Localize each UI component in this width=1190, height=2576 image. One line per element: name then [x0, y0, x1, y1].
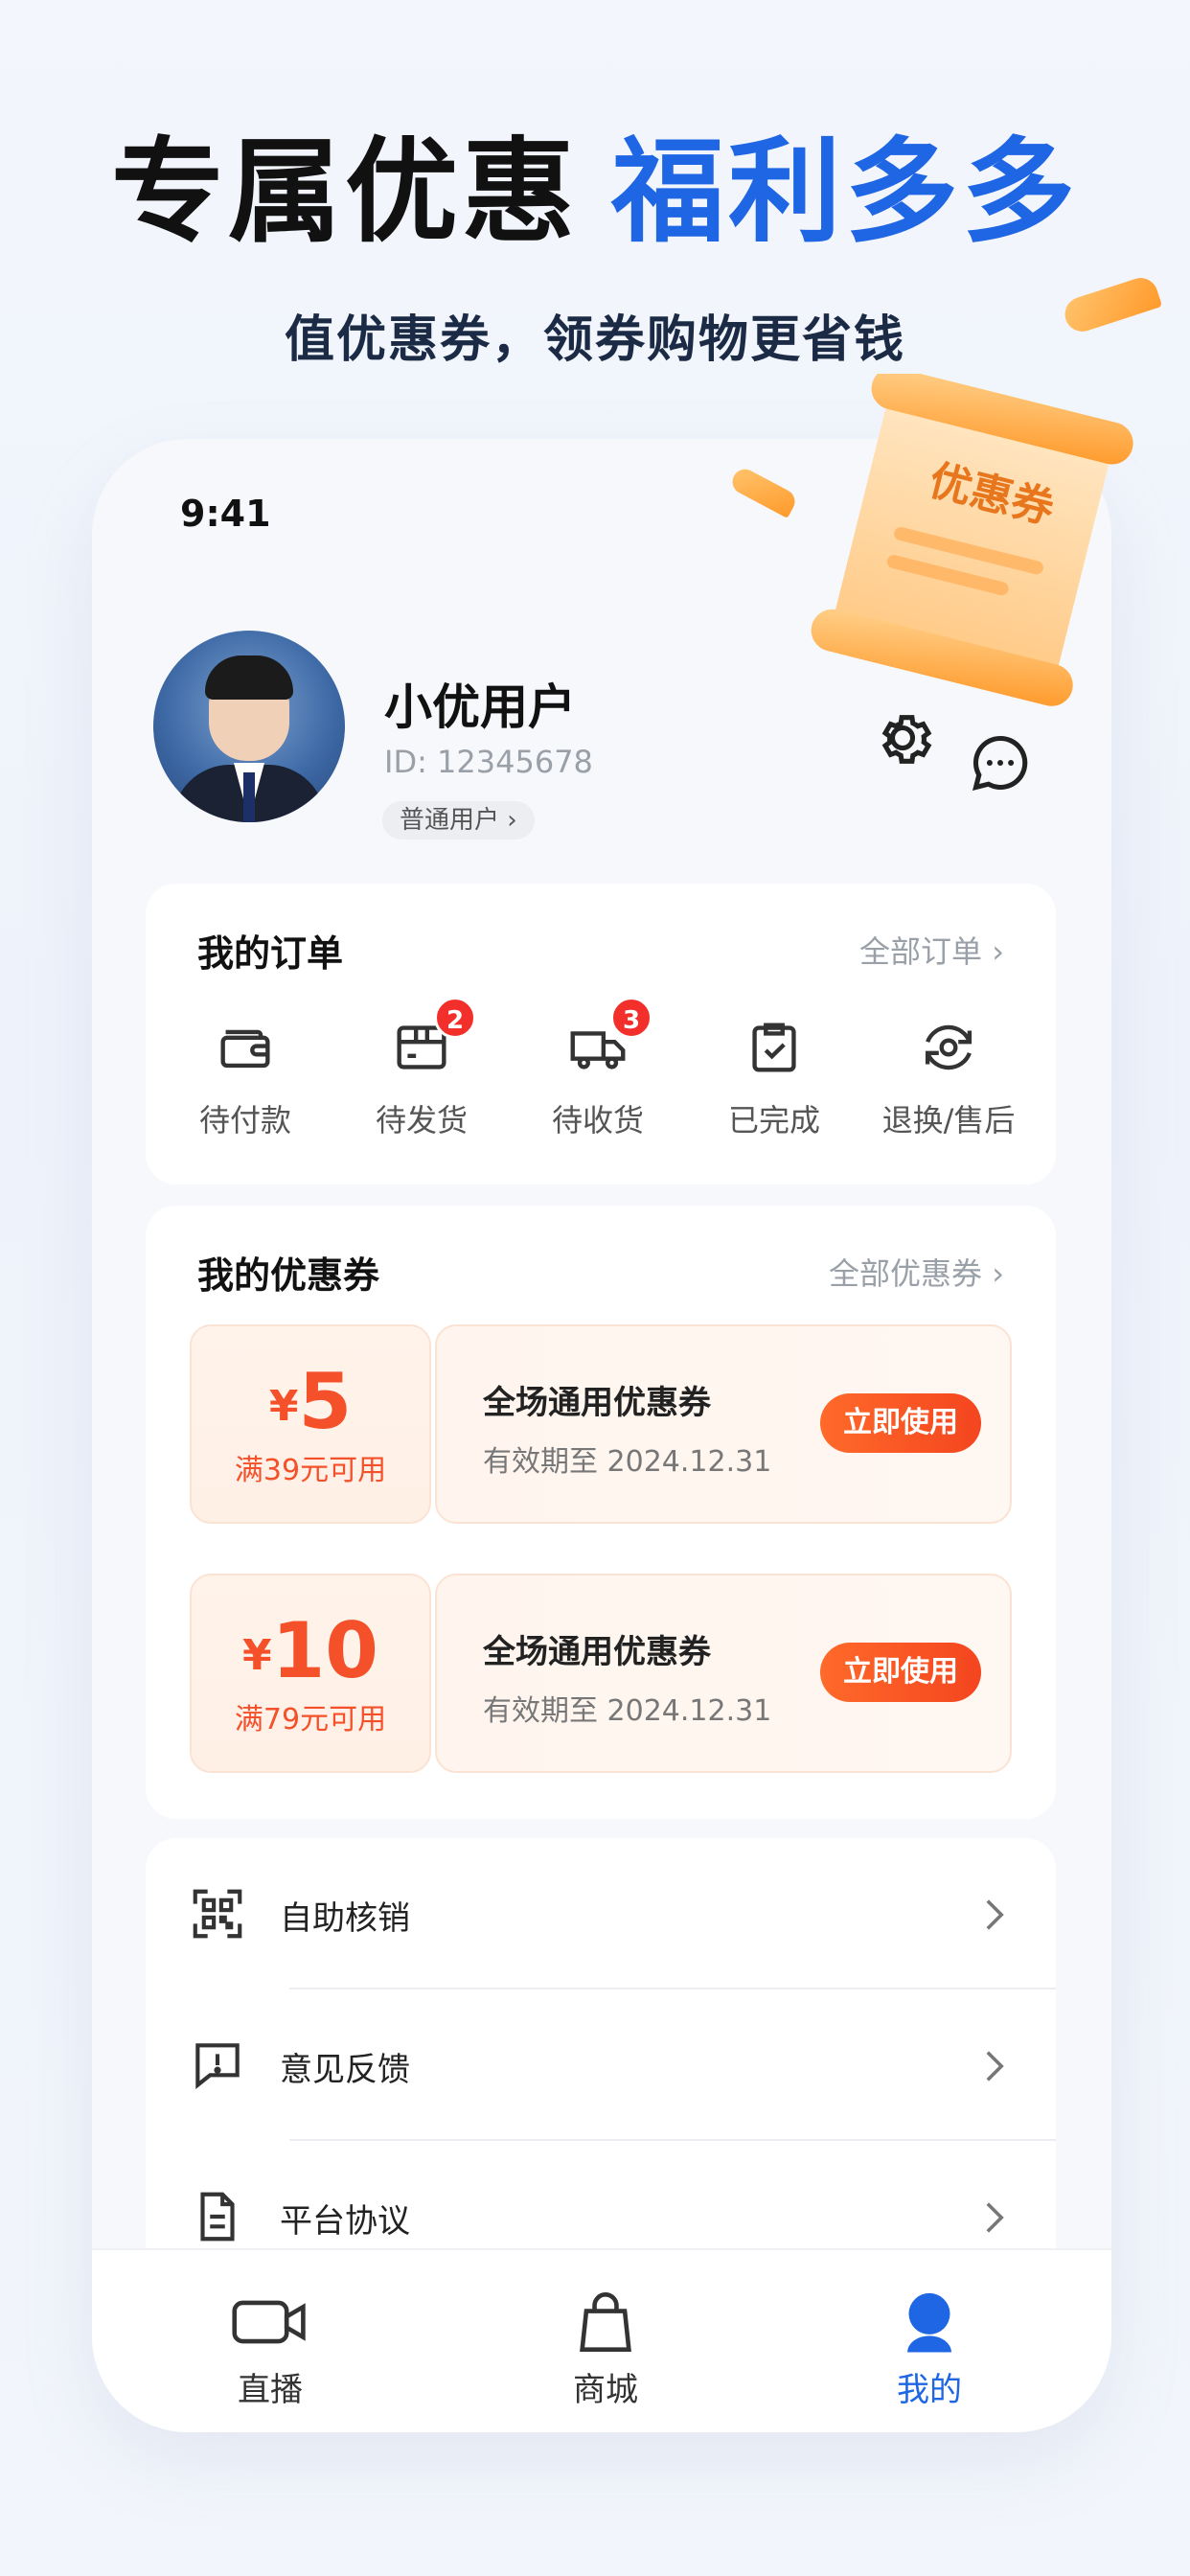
- coupons-card: 我的优惠券 全部优惠券 › ¥5 满39元可用 全场通用优惠券 有效期至 202…: [146, 1206, 1056, 1819]
- menu-label: 自助核销: [280, 1899, 410, 1938]
- document-icon: [188, 2187, 247, 2246]
- use-coupon-button[interactable]: 立即使用: [820, 1643, 981, 1702]
- promo-title-part2: 福利多多: [611, 126, 1080, 258]
- coupon-info-panel: 全场通用优惠券 有效期至 2024.12.31 立即使用: [435, 1574, 1012, 1773]
- status-time: 9:41: [180, 493, 271, 535]
- video-camera-icon: [229, 2288, 311, 2356]
- coupon-condition: 满79元可用: [234, 1703, 387, 1736]
- menu-label: 平台协议: [280, 2202, 410, 2241]
- menu-item-feedback[interactable]: 意见反馈: [146, 1990, 1056, 2141]
- order-label: 待收货: [551, 1102, 644, 1138]
- tab-live[interactable]: 直播: [174, 2288, 366, 2410]
- promo-title: 专属优惠 福利多多: [0, 125, 1190, 259]
- coupon-currency: ¥: [242, 1631, 272, 1680]
- order-pending-receipt[interactable]: 3 待收货: [512, 997, 684, 1140]
- delivery-truck-icon: 3: [564, 997, 652, 1081]
- tab-label: 商城: [573, 2371, 638, 2409]
- tab-label: 直播: [238, 2371, 303, 2409]
- clipboard-check-icon: [741, 1014, 808, 1081]
- coupon-card: ¥10 满79元可用 全场通用优惠券 有效期至 2024.12.31 立即使用: [190, 1574, 1012, 1773]
- order-label: 待发货: [375, 1102, 468, 1138]
- tab-label: 我的: [897, 2371, 962, 2409]
- tab-mine[interactable]: 我的: [834, 2288, 1025, 2410]
- coupon-value: 5: [298, 1357, 353, 1446]
- order-label: 已完成: [727, 1102, 820, 1138]
- return-exchange-icon: [915, 1014, 982, 1081]
- package-box-icon: 2: [388, 997, 476, 1081]
- coupon-card: ¥5 满39元可用 全场通用优惠券 有效期至 2024.12.31 立即使用: [190, 1324, 1012, 1524]
- chevron-right-icon: [981, 2200, 1008, 2235]
- wallet-icon: [212, 1014, 279, 1081]
- coupon-info-panel: 全场通用优惠券 有效期至 2024.12.31 立即使用: [435, 1324, 1012, 1524]
- avatar[interactable]: [153, 631, 345, 822]
- order-label: 待付款: [198, 1102, 291, 1138]
- order-label: 退换/售后: [881, 1102, 1016, 1138]
- coupons-title: 我的优惠券: [197, 1254, 380, 1297]
- order-pending-payment[interactable]: 待付款: [159, 1014, 332, 1140]
- chevron-right-icon: [981, 1898, 1008, 1932]
- menu-item-self-verify[interactable]: 自助核销: [146, 1838, 1056, 1990]
- promo-title-part1: 专属优惠: [110, 126, 579, 258]
- coupon-value: 10: [271, 1606, 378, 1695]
- shopping-bag-icon: [564, 2288, 647, 2356]
- order-pending-shipment[interactable]: 2 待发货: [335, 997, 508, 1140]
- badge-count: 2: [434, 997, 476, 1039]
- promo-subtitle: 值优惠券，领券购物更省钱: [284, 311, 905, 369]
- coupon-condition: 满39元可用: [234, 1454, 387, 1487]
- user-id: ID: 12345678: [384, 744, 593, 780]
- tab-bar: 直播 商城 我的: [92, 2248, 1111, 2432]
- feedback-icon: [188, 2036, 247, 2095]
- coupon-expiry: 有效期至 2024.12.31: [483, 1694, 772, 1728]
- tab-mall[interactable]: 商城: [510, 2288, 701, 2410]
- use-coupon-button[interactable]: 立即使用: [820, 1393, 981, 1453]
- coupon-amount: ¥5: [192, 1357, 429, 1446]
- menu-list: 自助核销 意见反馈 平台协议: [146, 1838, 1056, 2298]
- coupon-value-panel: ¥5 满39元可用: [190, 1324, 431, 1524]
- orders-card: 我的订单 全部订单 › 待付款 2 待发货 3 待收货 已完成 退换/售后: [146, 884, 1056, 1184]
- all-coupons-link[interactable]: 全部优惠券 ›: [829, 1250, 1004, 1294]
- coupon-name: 全场通用优惠券: [483, 1633, 711, 1671]
- menu-label: 意见反馈: [280, 2051, 410, 2089]
- qr-scan-icon: [188, 1884, 247, 1944]
- user-level-badge[interactable]: 普通用户 ›: [382, 801, 535, 840]
- all-orders-link[interactable]: 全部订单 ›: [859, 928, 1004, 972]
- chevron-right-icon: [981, 2049, 1008, 2083]
- coupon-value-panel: ¥10 满79元可用: [190, 1574, 431, 1773]
- coupon-scroll-illustration: 优惠券: [786, 367, 1169, 738]
- coupon-currency: ¥: [268, 1382, 299, 1431]
- order-after-sales[interactable]: 退换/售后: [862, 1014, 1035, 1140]
- user-name: 小优用户: [384, 679, 576, 735]
- order-completed[interactable]: 已完成: [688, 1014, 860, 1140]
- coupon-name: 全场通用优惠券: [483, 1384, 711, 1422]
- coupon-amount: ¥10: [192, 1606, 429, 1695]
- badge-count: 3: [610, 997, 652, 1039]
- orders-title: 我的订单: [197, 932, 344, 975]
- message-chat-icon[interactable]: [966, 728, 1035, 797]
- coupon-expiry: 有效期至 2024.12.31: [483, 1445, 772, 1479]
- user-icon: [888, 2288, 971, 2356]
